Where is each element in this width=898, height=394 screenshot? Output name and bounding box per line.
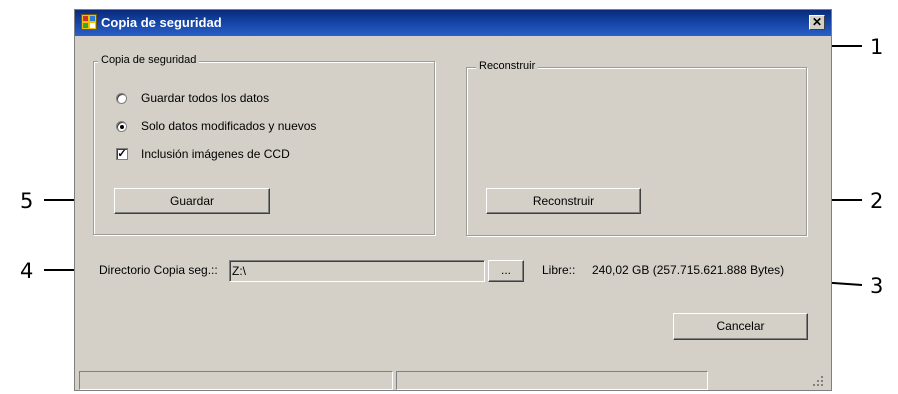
option-save-all-label: Guardar todos los datos — [141, 91, 270, 105]
backup-dialog: Copia de seguridad ✕ Copia de seguridad … — [74, 9, 832, 391]
directory-label: Directorio Copia seg.:: — [99, 263, 218, 277]
option-modified-new-label: Solo datos modificados y nuevos — [141, 119, 317, 133]
browse-button[interactable]: ... — [488, 260, 524, 282]
rebuild-group: Reconstruir Reconstruir — [466, 60, 807, 236]
checkbox-ccd-images[interactable]: ✓ — [116, 148, 128, 160]
check-icon: ✓ — [117, 148, 127, 160]
cancel-button-label: Cancelar — [716, 319, 765, 333]
status-pane-2 — [396, 371, 708, 390]
option-ccd-images-label: Inclusión imágenes de CCD — [141, 147, 290, 161]
backup-group: Copia de seguridad Guardar todos los dat… — [93, 54, 435, 235]
backup-group-legend: Copia de seguridad — [98, 54, 200, 66]
callout-5: 5 — [20, 189, 34, 213]
title-bar[interactable]: Copia de seguridad ✕ — [75, 10, 831, 36]
rebuild-group-legend: Reconstruir — [476, 60, 539, 72]
directory-input[interactable]: Z:\ — [229, 260, 485, 282]
callout-4: 4 — [20, 259, 34, 283]
close-button[interactable]: ✕ — [809, 15, 825, 30]
resize-grip-icon[interactable] — [811, 374, 825, 388]
callout-1: 1 — [870, 35, 884, 59]
status-pane-1 — [79, 371, 393, 390]
radio-save-all[interactable] — [116, 93, 127, 104]
free-space-label: Libre:: — [542, 263, 576, 277]
browse-button-label: ... — [500, 263, 511, 277]
cancel-button[interactable]: Cancelar — [673, 313, 808, 340]
save-button[interactable]: Guardar — [114, 188, 270, 214]
callout-3: 3 — [870, 274, 884, 298]
callout-2: 2 — [870, 189, 884, 213]
free-space-value: 240,02 GB (257.715.621.888 Bytes) — [592, 263, 785, 277]
window-title: Copia de seguridad — [101, 15, 222, 30]
app-window-icon — [81, 14, 97, 30]
close-icon: ✕ — [811, 15, 823, 29]
rebuild-button[interactable]: Reconstruir — [486, 188, 641, 214]
radio-modified-new[interactable] — [116, 121, 127, 132]
rebuild-button-label: Reconstruir — [532, 194, 595, 208]
save-button-label: Guardar — [169, 194, 215, 208]
